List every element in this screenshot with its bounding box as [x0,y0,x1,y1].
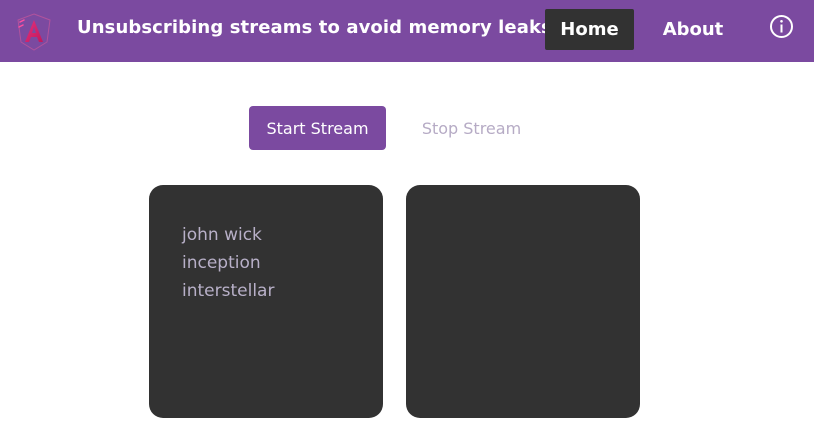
secondary-panel [406,185,640,418]
nav-home-link[interactable]: Home [545,9,634,50]
list-item: john wick [182,225,262,245]
stream-list: john wick inception interstellar [182,221,383,305]
list-item: interstellar [182,281,275,301]
angular-logo-icon[interactable] [14,12,54,52]
stream-output-panel: john wick inception interstellar [149,185,383,418]
top-bar: Unsubscribing streams to avoid memory le… [0,0,814,62]
app-page: Unsubscribing streams to avoid memory le… [0,0,814,427]
list-item: inception [182,253,261,273]
info-circle-icon[interactable] [769,14,794,39]
nav-about-link[interactable]: About [651,9,735,50]
app-title: Unsubscribing streams to avoid memory le… [77,17,552,38]
start-stream-button[interactable]: Start Stream [249,106,386,150]
stop-stream-button[interactable]: Stop Stream [403,106,540,150]
